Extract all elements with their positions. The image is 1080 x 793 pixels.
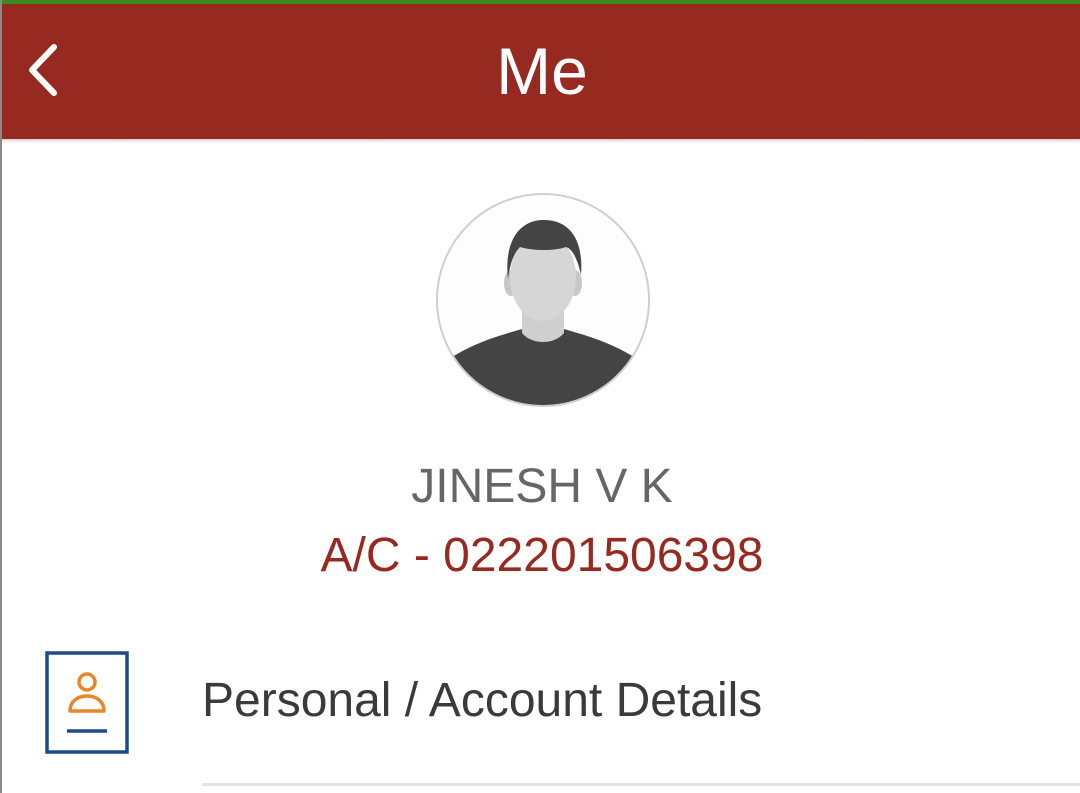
menu-item-personal-account-details[interactable]: Personal / Account Details <box>2 636 1080 776</box>
user-name: JINESH V K <box>411 460 673 513</box>
chevron-left-icon <box>29 44 57 96</box>
header-shadow <box>2 139 1080 143</box>
default-user-avatar-icon <box>452 219 634 405</box>
page-title: Me <box>496 34 588 108</box>
account-number: A/C - 022201506398 <box>320 529 764 582</box>
avatar[interactable] <box>436 193 650 407</box>
me-screen: Me JINESH V K A/C - 022201506398 Persona… <box>0 0 1080 793</box>
menu-item-label: Personal / Account Details <box>202 674 763 727</box>
user-profile-card-icon <box>45 651 129 754</box>
menu-divider <box>202 783 1080 786</box>
back-button[interactable] <box>16 38 70 102</box>
